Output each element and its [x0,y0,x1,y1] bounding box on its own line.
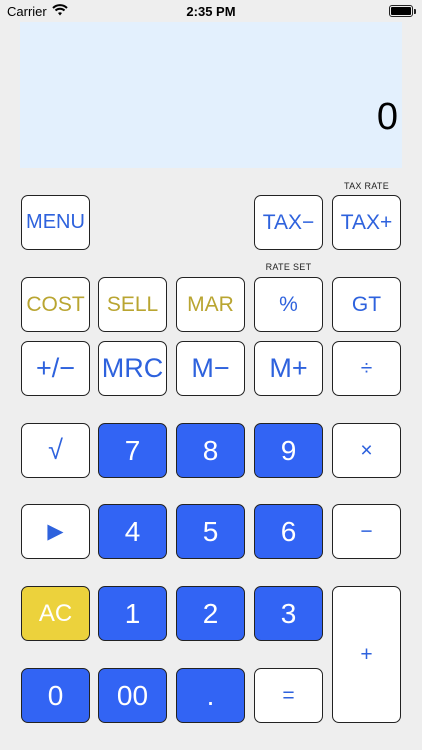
digit-1-button[interactable]: 1 [98,586,167,641]
tax-plus-button[interactable]: TAX+ [332,195,401,250]
percent-button[interactable]: % [254,277,323,332]
minus-button[interactable]: − [332,504,401,559]
equals-button[interactable]: = [254,668,323,723]
digit-2-button[interactable]: 2 [176,586,245,641]
double-zero-button[interactable]: 00 [98,668,167,723]
digit-3-button[interactable]: 3 [254,586,323,641]
digit-5-button[interactable]: 5 [176,504,245,559]
digit-9-button[interactable]: 9 [254,423,323,478]
memory-plus-button[interactable]: M+ [254,341,323,396]
digit-6-button[interactable]: 6 [254,504,323,559]
digit-7-button[interactable]: 7 [98,423,167,478]
cost-button[interactable]: COST [21,277,90,332]
all-clear-button[interactable]: AC [21,586,90,641]
tax-minus-button[interactable]: TAX− [254,195,323,250]
battery-icon [389,5,416,17]
sell-button[interactable]: SELL [98,277,167,332]
square-root-button[interactable]: √ [21,423,90,478]
grand-total-button[interactable]: GT [332,277,401,332]
digit-4-button[interactable]: 4 [98,504,167,559]
plus-minus-button[interactable]: +/− [21,341,90,396]
tax-rate-caption: TAX RATE [343,181,390,191]
digit-0-button[interactable]: 0 [21,668,90,723]
status-bar: Carrier 2:35 PM [0,0,422,22]
display-value: 0 [376,96,398,138]
play-icon[interactable]: ▶ [21,504,90,559]
menu-button[interactable]: MENU [21,195,90,250]
clock: 2:35 PM [186,4,236,19]
plus-button[interactable]: + [332,586,401,723]
memory-recall-clear-button[interactable]: MRC [98,341,167,396]
divide-button[interactable]: ÷ [332,341,401,396]
digit-8-button[interactable]: 8 [176,423,245,478]
memory-minus-button[interactable]: M− [176,341,245,396]
calculator-display: 0 [20,22,402,168]
rate-set-caption: RATE SET [265,262,312,272]
margin-button[interactable]: MAR [176,277,245,332]
multiply-button[interactable]: × [332,423,401,478]
decimal-point-button[interactable]: . [176,668,245,723]
